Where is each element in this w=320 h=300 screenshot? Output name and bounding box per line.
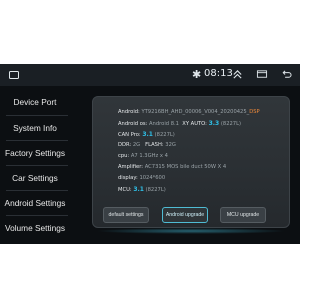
default-settings-button[interactable]: default settings (103, 207, 149, 223)
display-row: display: 1024*600 (118, 175, 166, 181)
android-version-row: Android: YT9216BH_AHD_00006_V004_2020042… (118, 109, 260, 115)
status-time: 08:13 (204, 68, 233, 79)
sidebar-item-label: Factory Settings (5, 148, 65, 158)
android-upgrade-button[interactable]: Android upgrade (162, 207, 208, 223)
sidebar-item-factory-settings[interactable]: Factory Settings (0, 141, 70, 165)
sidebar-item-car-settings[interactable]: Car Settings (0, 166, 70, 190)
sidebar-item-label: System Info (13, 123, 57, 133)
sidebar-item-label: Car Settings (12, 173, 58, 183)
sidebar-item-android-settings[interactable]: Android Settings (0, 191, 70, 215)
settings-sidebar: Device Port System Info Factory Settings… (0, 86, 70, 244)
back-icon[interactable] (8, 69, 20, 81)
sidebar-item-label: Android Settings (4, 198, 66, 208)
panel-glow (96, 228, 286, 234)
status-bar: ✱ 08:13 (0, 64, 300, 86)
return-icon[interactable] (280, 69, 292, 80)
amplifier-row: Amplifier: AC7315 MOS bile duct 50W X 4 (118, 164, 227, 170)
sidebar-item-label: Volume Settings (5, 223, 65, 233)
sidebar-item-system-info[interactable]: System Info (0, 116, 70, 140)
can-pro-row: CAN Pro: 3.1 (8227L) (118, 131, 175, 138)
cpu-row: cpu: A7 1.3GHz x 4 (118, 153, 168, 159)
chevron-up-icon[interactable] (232, 69, 243, 80)
window-icon[interactable] (256, 69, 268, 80)
memory-row: DDR: 2G FLASH: 32G (118, 142, 176, 148)
mcu-upgrade-button[interactable]: MCU upgrade (220, 207, 266, 223)
android-os-row: Android os: Android 8.1 XY AUTO: 3.3 (82… (118, 120, 242, 127)
sidebar-item-volume-settings[interactable]: Volume Settings (0, 216, 70, 240)
mcu-row: MCU: 3.1 (8227L) (118, 186, 166, 193)
bluetooth-icon: ✱ (192, 69, 202, 81)
sidebar-item-label: Device Port (13, 97, 57, 107)
sidebar-item-device-port[interactable]: Device Port (0, 90, 70, 114)
